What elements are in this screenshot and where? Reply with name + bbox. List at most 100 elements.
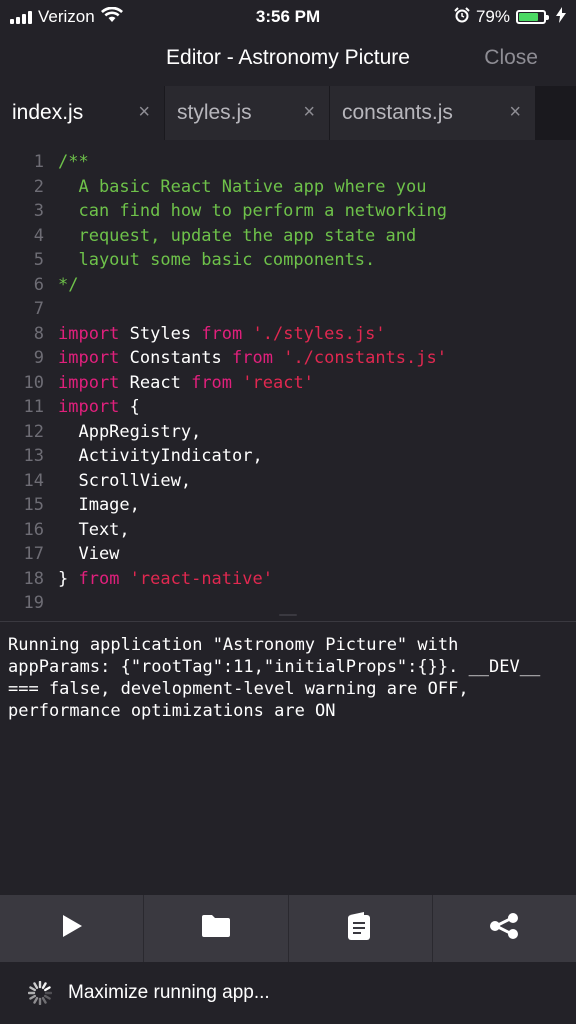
code-text: request, update the app state and [58,224,416,248]
code-token-comment: request, update the app state and [58,225,417,246]
folder-icon [201,914,231,943]
code-token-keyword: import [58,348,120,368]
code-text: import Constants from './constants.js' [58,346,447,370]
tab-index-js[interactable]: index.js × [0,86,165,140]
code-token-comment: layout some basic components. [58,250,376,270]
status-right: 79% [454,6,576,28]
code-line: 4 request, update the app state and [0,224,576,248]
status-bar: Verizon 3:56 PM 79% [0,0,576,34]
code-line: 7 [0,297,576,321]
code-editor[interactable]: 1 /** 2 A basic React Native app where you… [0,150,576,615]
code-line: 5 layout some basic components. [0,248,576,272]
code-token-plain: ActivityIndicator, [58,446,263,466]
line-number: 6 [33,274,44,295]
code-token-keyword: import [58,372,120,393]
code-line: 1 /** [0,150,576,174]
code-line: 3 can find how to perform a networking [0,199,576,223]
line-number: 2 [33,176,44,197]
code-text: Image, [58,493,140,517]
maximize-app-label: Maximize running app... [68,982,270,1003]
charging-icon [556,6,566,28]
line-number: 14 [23,470,44,491]
line-number: 13 [23,446,44,466]
maximize-app-bar[interactable]: Maximize running app... [0,962,576,1024]
app-root: Verizon 3:56 PM 79% Editor - Astronomy P… [0,0,576,1024]
share-button[interactable] [433,895,576,962]
code-text: Text, [58,518,130,542]
code-token-plain: } [58,568,79,589]
code-token-string: './styles.js' [242,323,386,344]
clipboard-button[interactable] [289,895,433,962]
code-text: ActivityIndicator, [58,444,263,468]
code-token-plain: View [58,544,120,564]
line-number: 18 [23,568,44,589]
code-line: 13 ActivityIndicator, [0,444,576,468]
code-token-plain: AppRegistry, [58,421,202,442]
line-number: 19 [23,593,44,613]
code-token-plain: ScrollView, [58,470,192,491]
code-line: 10 import React from 'react' [0,371,576,395]
code-line: 8 import Styles from './styles.js' [0,322,576,346]
wifi-icon [100,6,123,28]
code-text: View [58,542,119,566]
code-token-plain: Image, [58,495,140,515]
console-output: Running application "Astronomy Picture" … [8,635,551,721]
code-line: 6 */ [0,273,576,297]
status-left: Verizon [0,6,123,28]
code-token-plain: React [119,372,192,393]
code-token-comment: /** [58,152,89,172]
close-button[interactable]: Close [484,46,538,70]
code-token-comment: A basic React Native app where you [58,176,427,197]
code-token-plain: Styles [119,323,202,344]
line-number: 12 [23,421,44,442]
play-icon [61,914,83,943]
code-text: import Styles from './styles.js' [58,322,386,346]
battery-level-fill [519,13,538,21]
code-line: 16 Text, [0,518,576,542]
code-token-string: 'react-native' [119,568,273,589]
line-number: 10 [23,372,44,393]
tab-close-icon[interactable]: × [138,101,150,124]
bottom-toolbar [0,895,576,962]
code-token-keyword: from [201,323,243,344]
code-text: } from 'react-native' [58,567,273,591]
code-token-keyword: import [58,397,120,417]
file-tabs: index.js × styles.js × constants.js × [0,86,576,140]
editor-console-divider [0,621,576,622]
line-number: 4 [33,225,44,246]
line-number: 17 [23,544,44,564]
tab-constants-js[interactable]: constants.js × [330,86,536,140]
code-token-keyword: import [58,323,120,344]
resize-handle[interactable] [279,614,297,616]
tab-close-icon[interactable]: × [303,101,315,124]
code-token-keyword: from [232,348,273,368]
share-icon [489,913,519,944]
code-line: 2 A basic React Native app where you [0,175,576,199]
code-token-keyword: from [78,568,120,589]
code-token-comment: can find how to perform a networking [58,201,447,221]
code-text: /** [58,150,89,174]
code-line: 17 View [0,542,576,566]
tab-label: index.js [12,101,84,124]
run-button[interactable] [0,895,145,962]
battery-percent: 79% [475,7,510,26]
tab-close-icon[interactable]: × [509,101,521,124]
code-token-plain: Constants [119,348,233,368]
code-line: 19 [0,591,576,615]
tab-label: styles.js [177,101,252,124]
code-text: A basic React Native app where you [58,175,426,199]
battery-icon [516,10,549,24]
code-token-string: './constants.js' [272,348,447,368]
signal-icon [10,10,32,24]
line-number: 3 [33,201,44,221]
tab-styles-js[interactable]: styles.js × [165,86,330,140]
code-line: 12 AppRegistry, [0,420,576,444]
carrier-label: Verizon [38,7,95,26]
code-token-plain: Text, [58,519,130,540]
files-button[interactable] [144,895,289,962]
nav-bar: Editor - Astronomy Picture Close [0,34,576,84]
tab-label: constants.js [342,101,453,124]
code-token-string: 'react' [232,372,314,393]
code-text: layout some basic components. [58,248,375,272]
code-token-plain: { [119,397,140,417]
